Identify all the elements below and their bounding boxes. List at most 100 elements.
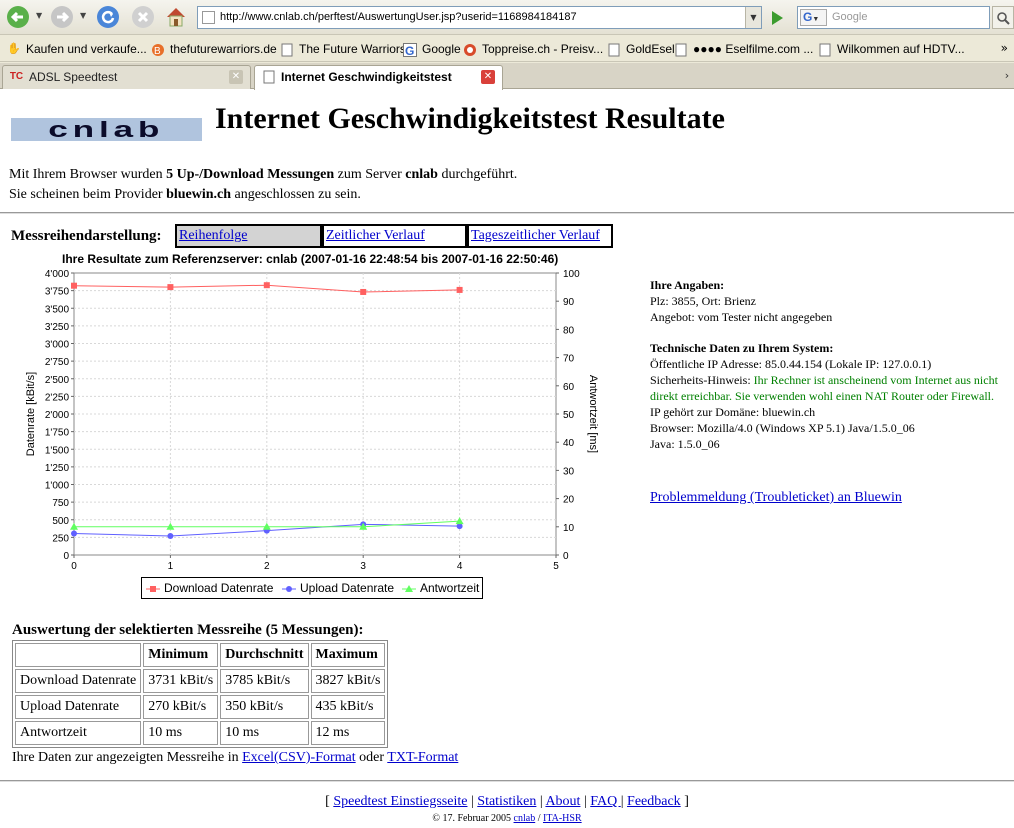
page-title: Internet Geschwindigkeitstest Resultate xyxy=(215,102,725,135)
table-cell: Upload Datenrate xyxy=(15,695,142,719)
legend-upload: Upload Datenrate xyxy=(282,578,394,598)
data-point xyxy=(71,282,77,289)
info-section-title: Technische Daten zu Ihrem System: xyxy=(650,341,834,355)
evaluation-table: Minimum Durchschnitt Maximum Download Da… xyxy=(12,640,389,748)
go-arrow-icon xyxy=(772,10,783,25)
url-text: http://www.cnlab.ch/perftest/AuswertungU… xyxy=(220,11,577,23)
bookmark-item[interactable]: The Future Warriors xyxy=(280,41,406,58)
series-button-zeitlicher-verlauf[interactable]: Zeitlicher Verlauf xyxy=(322,224,467,248)
footer-link-about[interactable]: About xyxy=(545,794,580,809)
table-cell: 3785 kBit/s xyxy=(220,669,309,693)
evaluation-title: Auswertung der selektierten Messreihe (5… xyxy=(12,622,364,638)
table-cell: 435 kBit/s xyxy=(310,695,386,719)
y2-tick-label: 80 xyxy=(563,325,575,336)
copyright: © 17. Februar 2005 cnlab / ITA-HSR xyxy=(432,813,582,824)
footer-link-feedback[interactable]: Feedback xyxy=(627,794,681,809)
txt-download-link[interactable]: TXT-Format xyxy=(387,750,458,765)
legend-download: Download Datenrate xyxy=(146,578,273,598)
bookmark-item[interactable]: ●●●● Eselfilme.com ... xyxy=(674,41,813,58)
bookmark-item[interactable]: Bthefuturewarriors.de xyxy=(151,41,277,58)
page-icon xyxy=(674,42,688,57)
chart-canvas: 02505007501'0001'2501'5001'7502'0002'250… xyxy=(25,269,599,572)
y-tick-label: 1'250 xyxy=(45,463,70,474)
stop-button[interactable] xyxy=(130,4,156,30)
close-tab-icon[interactable]: ✕ xyxy=(481,70,495,84)
y2-tick-label: 60 xyxy=(563,382,575,393)
legend-response-marker xyxy=(402,584,416,592)
x-tick-label: 0 xyxy=(71,561,77,572)
bookmark-item[interactable]: G Google xyxy=(403,41,461,58)
bookmarks-overflow-button[interactable]: » xyxy=(1001,41,1008,55)
footer-link-speedtest[interactable]: Speedtest Einstiegsseite xyxy=(333,794,467,809)
legend-response-time: Antwortzeit xyxy=(402,578,479,598)
bookmark-item[interactable]: GoldEsel xyxy=(607,41,675,58)
copyright-link-cnlab[interactable]: cnlab xyxy=(514,813,536,824)
search-placeholder: Google xyxy=(832,11,868,23)
reload-icon xyxy=(97,6,119,28)
svg-text:B: B xyxy=(154,46,161,57)
csv-download-link[interactable]: Excel(CSV)-Format xyxy=(242,750,356,765)
back-dropdown-icon[interactable]: ▼ xyxy=(36,12,44,20)
footer-link-faq[interactable]: FAQ xyxy=(590,794,620,809)
bookmark-item[interactable]: ✋ Kaufen und verkaufe... xyxy=(7,41,147,58)
info-section-title: Ihre Angaben: xyxy=(650,278,725,292)
legend-upload-marker xyxy=(282,585,296,592)
series-button-tageszeitlicher-verlauf[interactable]: Tageszeitlicher Verlauf xyxy=(467,224,613,248)
bookmark-item[interactable]: Toppreise.ch - Preisv... xyxy=(463,41,603,58)
tab-bar: TC ADSL Speedtest ✕ Internet Geschwindig… xyxy=(0,63,1014,90)
tab-scroll-arrow-icon[interactable]: › xyxy=(1000,65,1014,87)
info-security: Sicherheits-Hinweis: Ihr Rechner ist ans… xyxy=(650,373,998,403)
table-cell: 10 ms xyxy=(143,721,219,745)
url-dropdown-icon[interactable]: ▼ xyxy=(745,7,761,28)
y2-tick-label: 70 xyxy=(563,354,575,365)
url-bar[interactable]: http://www.cnlab.ch/perftest/AuswertungU… xyxy=(197,6,762,29)
info-browser: Browser: Mozilla/4.0 (Windows XP 5.1) Ja… xyxy=(650,421,915,435)
search-button[interactable] xyxy=(992,6,1014,29)
page-favicon-icon xyxy=(202,11,215,24)
search-engine-selector[interactable]: G▼ xyxy=(800,9,827,26)
search-box[interactable]: G▼ Google xyxy=(797,6,990,29)
footer-link-statistiken[interactable]: Statistiken xyxy=(477,794,536,809)
y-tick-label: 2'000 xyxy=(45,410,70,421)
y2-tick-label: 0 xyxy=(563,551,569,562)
search-icon xyxy=(997,11,1010,25)
y2-tick-label: 90 xyxy=(563,297,575,308)
y-tick-label: 1'000 xyxy=(45,481,70,492)
info-offer: Angebot: vom Tester nicht angegeben xyxy=(650,310,833,324)
y2-tick-label: 100 xyxy=(563,269,580,280)
back-button[interactable] xyxy=(5,4,31,30)
close-tab-icon[interactable]: ✕ xyxy=(229,70,243,84)
y-tick-label: 2'500 xyxy=(45,375,70,386)
forward-button[interactable] xyxy=(49,4,75,30)
table-header: Maximum xyxy=(310,643,386,667)
y-tick-label: 3'500 xyxy=(45,304,70,315)
data-point xyxy=(456,286,463,293)
table-header: Durchschnitt xyxy=(220,643,309,667)
y2-tick-label: 50 xyxy=(563,410,575,421)
tab-internet-geschwindigkeitstest[interactable]: Internet Geschwindigkeitstest ✕ xyxy=(254,65,503,90)
browser-chrome: ▼ ▼ http://www.cnlab.ch/perftest/Auswert… xyxy=(0,0,1014,90)
stop-icon xyxy=(132,6,154,28)
series-button-reihenfolge[interactable]: Reihenfolge xyxy=(175,224,322,248)
reload-button[interactable] xyxy=(95,4,121,30)
data-point xyxy=(167,532,174,539)
table-cell: 10 ms xyxy=(220,721,309,745)
troubleticket-link[interactable]: Problemmeldung (Troubleticket) an Bluewi… xyxy=(650,490,902,506)
forward-dropdown-icon[interactable]: ▼ xyxy=(80,12,88,20)
table-row: Download Datenrate 3731 kBit/s 3785 kBit… xyxy=(15,669,386,693)
copyright-link-ita-hsr[interactable]: ITA-HSR xyxy=(543,813,582,824)
legend-download-marker xyxy=(146,585,160,592)
go-button[interactable] xyxy=(765,6,789,29)
svg-text:G: G xyxy=(405,44,414,57)
table-header xyxy=(15,643,142,667)
home-button[interactable] xyxy=(163,4,189,30)
table-cell: 270 kBit/s xyxy=(143,695,219,719)
download-links: Ihre Daten zur angezeigten Messreihe in … xyxy=(12,750,459,765)
chart-legend: Download Datenrate Upload Datenrate Antw… xyxy=(141,577,483,599)
intro-text: Mit Ihrem Browser wurden 5 Up-/Download … xyxy=(9,167,518,202)
tab-adsl-speedtest[interactable]: TC ADSL Speedtest ✕ xyxy=(2,65,251,89)
bookmark-item[interactable]: Wilkommen auf HDTV... xyxy=(818,41,965,58)
results-chart: 0 250 500 750 1'000 1'250 1'500 1'750 2'000 2'250… xyxy=(20,250,610,605)
globe-icon: B xyxy=(151,42,165,57)
data-point xyxy=(263,282,270,289)
